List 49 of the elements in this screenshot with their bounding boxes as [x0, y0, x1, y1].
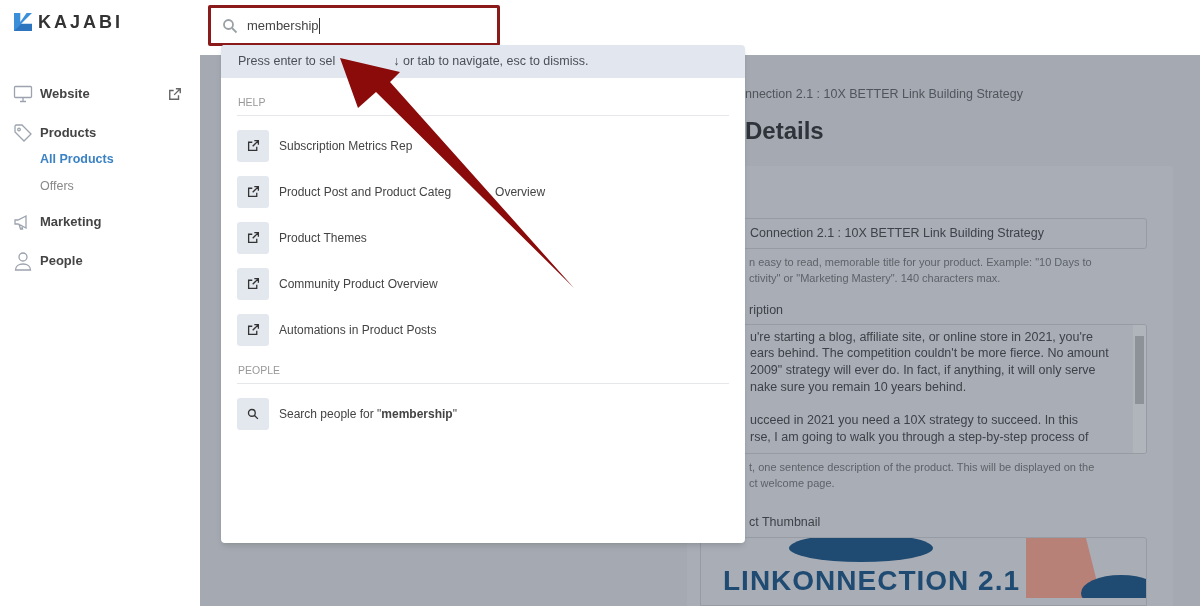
- sidebar-subitem[interactable]: All Products: [40, 146, 200, 173]
- text-line: nake sure you remain 10 years behind.: [750, 378, 968, 396]
- text-line: ears behind. The competition couldn't be more fierce. No amount: [750, 345, 1110, 363]
- person-icon: [13, 250, 33, 271]
- external-link-icon: [246, 185, 260, 199]
- result-label: Community Product Overview: [279, 275, 438, 293]
- result-label: Automations in Product Posts: [279, 321, 437, 339]
- section-heading: PEOPLE: [237, 362, 729, 384]
- page-heading: Details: [745, 115, 825, 146]
- breadcrumb: nnection 2.1 : 10X BETTER Link Building Strategy: [745, 86, 1024, 103]
- external-link-icon[interactable]: [168, 86, 182, 101]
- search-icon: [247, 407, 259, 420]
- result-label: Search people for "membership": [279, 405, 457, 423]
- search-result[interactable]: Automations in Product Posts: [237, 313, 729, 346]
- text-line: ucceed in 2021 you need a 10X strategy to succeed. In this: [750, 412, 1079, 430]
- keyboard-hint: Press enter to sel: [238, 53, 336, 70]
- result-label: Product Post and Product Categ: [279, 183, 452, 201]
- keyboard-hint: ↓ or tab to navigate, esc to dismiss.: [393, 53, 589, 70]
- external-link-icon: [246, 139, 260, 153]
- monitor-icon: [13, 83, 33, 104]
- result-label: Subscription Metrics Rep: [279, 137, 413, 155]
- sidebar-item[interactable]: People: [40, 250, 83, 271]
- sidebar-subitem[interactable]: Offers: [40, 173, 200, 200]
- search-result[interactable]: Product Post and Product Categ Overview: [237, 175, 729, 208]
- search-result[interactable]: Community Product Overview: [237, 267, 729, 300]
- text-line: rse, I am going to walk you through a step-by-step process of: [750, 429, 1090, 447]
- sidebar-item[interactable]: Website: [40, 83, 90, 104]
- field-label: ct Thumbnail: [749, 513, 821, 531]
- search-icon: [222, 17, 238, 34]
- search-result[interactable]: Search people for "membership": [237, 397, 729, 430]
- sidebar-item[interactable]: Marketing: [40, 211, 102, 232]
- search-result[interactable]: Subscription Metrics Rep: [237, 129, 729, 162]
- logo-icon: [14, 13, 32, 31]
- thumbnail-title: LINKONNECTION 2.1: [723, 566, 1021, 597]
- result-label: Overview: [495, 183, 546, 201]
- text-line: u're starting a blog, affiliate site, or online store in 2021, you're: [750, 328, 1094, 346]
- text-cursor: [318, 17, 320, 34]
- external-link-icon: [246, 231, 260, 245]
- external-link-icon: [246, 323, 260, 337]
- result-label: Product Themes: [279, 229, 367, 247]
- logo-text: KAJABI: [38, 12, 123, 32]
- text-line: 2009" strategy will ever do. In fact, if anything, it will only serve: [750, 362, 1097, 379]
- help-text: n easy to read, memorable title for your product. Example: "10 Days to ctivity" or "Marketing Mastery". 140 characters max.: [749, 254, 1093, 286]
- tag-icon: [13, 122, 33, 143]
- help-text: t, one sentence description of the product. This will be displayed on the ct welcome page.: [749, 459, 1096, 491]
- external-link-icon: [246, 277, 260, 291]
- sidebar-item[interactable]: Products: [40, 122, 97, 143]
- field-label: ription: [749, 301, 784, 319]
- search-field[interactable]: membership: [208, 5, 500, 46]
